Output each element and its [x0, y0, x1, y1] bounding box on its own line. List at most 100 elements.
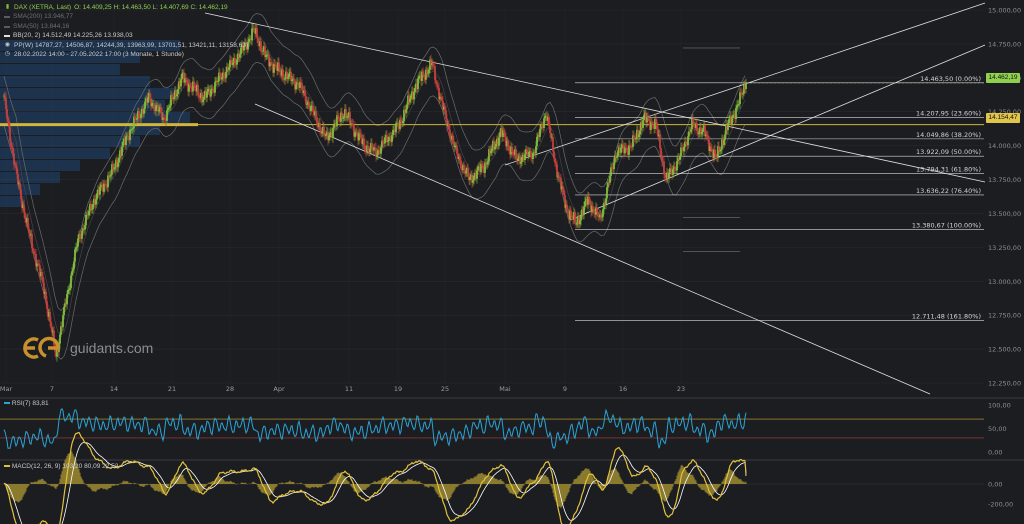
- candle-body: [397, 122, 399, 126]
- x-tick-label: 7: [50, 385, 54, 393]
- macd-histogram-bar: [493, 477, 495, 484]
- volume-profile-bar: [0, 100, 165, 111]
- macd-histogram-bar: [320, 484, 322, 488]
- macd-histogram-bar: [42, 479, 44, 484]
- macd-histogram-bar: [629, 484, 631, 494]
- candle-body: [405, 109, 407, 113]
- macd-histogram-bar: [480, 473, 482, 484]
- macd-histogram-bar: [191, 484, 193, 491]
- candle-body: [32, 248, 34, 252]
- macd-histogram-bar: [242, 482, 244, 484]
- candle-body: [652, 124, 654, 126]
- candle-body: [352, 124, 354, 126]
- candle-body: [432, 63, 434, 66]
- macd-histogram-bar: [313, 484, 315, 488]
- rsi-tick-label: 50,00: [988, 425, 1007, 433]
- candle-body: [635, 137, 637, 139]
- candle-body: [41, 272, 43, 277]
- candle-body: [400, 119, 402, 123]
- macd-histogram-bar: [54, 484, 56, 489]
- candle-body: [499, 132, 501, 138]
- macd-histogram-bar: [104, 484, 106, 489]
- macd-histogram-bar: [52, 484, 54, 486]
- x-tick-label: Mai: [499, 385, 511, 393]
- candle-body: [495, 143, 497, 147]
- candle-body: [563, 189, 565, 196]
- macd-histogram-bar: [518, 484, 520, 492]
- candle-body: [104, 183, 106, 185]
- candle-body: [469, 177, 471, 181]
- candle-body: [62, 315, 64, 328]
- macd-histogram-bar: [433, 484, 435, 488]
- rsi-tick-label: 100,00: [988, 402, 1011, 410]
- macd-histogram-bar: [225, 481, 227, 484]
- macd-histogram-bar: [704, 484, 706, 492]
- macd-histogram-bar: [374, 480, 376, 484]
- candle-body: [332, 127, 334, 138]
- macd-histogram-bar: [716, 484, 718, 492]
- macd-histogram-bar: [178, 473, 180, 484]
- macd-histogram-bar: [443, 484, 445, 499]
- chart-svg[interactable]: 15.000,0014.750,0014.500,0014.250,0014.0…: [0, 0, 1024, 524]
- macd-histogram-bar: [476, 475, 478, 484]
- macd-histogram-bar: [117, 484, 119, 486]
- candle-body: [275, 64, 277, 67]
- macd-histogram-bar: [331, 480, 333, 484]
- macd-histogram-bar: [548, 479, 550, 484]
- macd-histogram-bar: [465, 481, 467, 484]
- candle-body: [46, 301, 48, 309]
- candle-body: [724, 134, 726, 141]
- macd-histogram-bar: [208, 482, 210, 484]
- candle-body: [329, 133, 331, 136]
- candle-body: [8, 121, 10, 128]
- macd-histogram-bar: [638, 484, 640, 487]
- x-tick-label: 28: [226, 385, 234, 393]
- candle-body: [60, 326, 62, 335]
- candle-body: [467, 167, 469, 177]
- macd-histogram-bar: [578, 475, 580, 484]
- macd-histogram-bar: [141, 484, 143, 487]
- macd-histogram-bar: [18, 484, 20, 503]
- macd-histogram-bar: [350, 484, 352, 486]
- macd-histogram-bar: [431, 484, 433, 487]
- macd-histogram-bar: [447, 484, 449, 501]
- macd-histogram-bar: [90, 484, 92, 490]
- macd-histogram-bar: [723, 478, 725, 484]
- macd-histogram-bar: [278, 483, 280, 484]
- macd-histogram-bar: [615, 468, 617, 484]
- candle-body: [487, 161, 489, 164]
- macd-histogram-bar: [413, 480, 415, 484]
- macd-histogram-bar: [109, 484, 111, 488]
- macd-histogram-bar: [462, 482, 464, 484]
- candle-body: [74, 249, 76, 262]
- candle-body: [449, 129, 451, 138]
- macd-tick-label: -200,00: [988, 501, 1013, 509]
- macd-histogram-bar: [453, 484, 455, 492]
- candle-body: [345, 109, 347, 118]
- macd-histogram-bar: [583, 469, 585, 484]
- candle-body: [574, 212, 576, 222]
- candle-body: [28, 228, 30, 233]
- candle-body: [382, 140, 384, 144]
- macd-histogram-bar: [735, 476, 737, 484]
- candle-body: [7, 118, 9, 122]
- candle-body: [13, 153, 15, 165]
- macd-histogram-bar: [475, 476, 477, 484]
- macd-histogram-bar: [715, 484, 717, 492]
- macd-histogram-bar: [635, 484, 637, 490]
- candle-body: [445, 110, 447, 119]
- macd-histogram-bar: [426, 484, 428, 487]
- macd-histogram-bar: [646, 480, 648, 484]
- macd-histogram-bar: [642, 482, 644, 484]
- macd-histogram-bar: [616, 470, 618, 484]
- candle-body: [651, 122, 653, 125]
- chart-legend: ▮ DAX (XETRA, Last) O: 14.409,25 H: 14.4…: [4, 3, 248, 59]
- candle-body: [131, 129, 133, 130]
- macd-histogram-bar: [253, 481, 255, 484]
- candle-body: [476, 170, 478, 179]
- candle-body: [198, 94, 200, 98]
- macd-histogram-bar: [373, 481, 375, 484]
- candle-body: [221, 77, 223, 80]
- candle-body: [134, 116, 136, 120]
- macd-histogram-bar: [26, 484, 28, 489]
